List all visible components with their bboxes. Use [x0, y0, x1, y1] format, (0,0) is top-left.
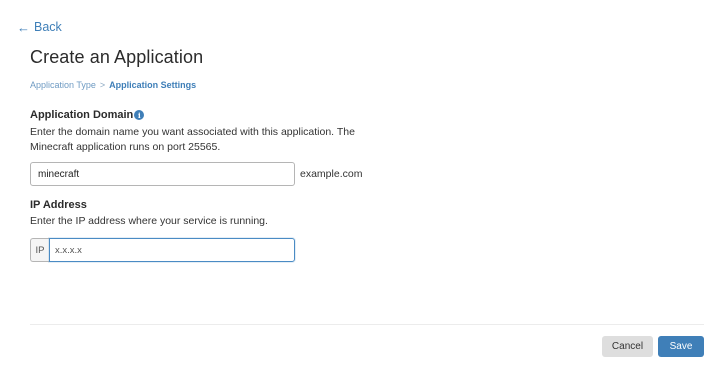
ip-prefix-addon: IP — [30, 238, 49, 262]
chevron-right-icon: > — [99, 80, 106, 90]
footer-divider — [30, 324, 704, 325]
info-icon[interactable]: i — [134, 110, 145, 120]
domain-input[interactable]: minecraft — [30, 162, 295, 186]
domain-input-value: minecraft — [38, 168, 80, 180]
breadcrumb-application-type[interactable]: Application Type — [30, 80, 96, 90]
application-domain-section-label: Application Domain i — [30, 109, 145, 121]
ip-address-description: Enter the IP address where your service … — [30, 215, 268, 227]
ip-address-input[interactable]: x.x.x.x — [49, 238, 295, 262]
breadcrumb: Application Type > Application Settings — [30, 80, 196, 90]
ip-address-section-label: IP Address — [30, 199, 87, 211]
domain-suffix: example.com — [300, 168, 363, 180]
ip-address-placeholder: x.x.x.x — [55, 244, 82, 256]
back-label: Back — [34, 20, 62, 34]
ip-address-label: IP Address — [30, 199, 87, 211]
save-button[interactable]: Save — [658, 336, 704, 357]
application-domain-label: Application Domain — [30, 109, 134, 121]
breadcrumb-application-settings: Application Settings — [109, 80, 197, 90]
ip-address-field: IP x.x.x.x — [30, 238, 295, 262]
back-link[interactable]: ← Back — [17, 20, 62, 34]
application-domain-description: Enter the domain name you want associate… — [30, 126, 355, 153]
cancel-button[interactable]: Cancel — [602, 336, 653, 357]
arrow-left-icon: ← — [17, 19, 30, 35]
page-title: Create an Application — [30, 47, 204, 67]
